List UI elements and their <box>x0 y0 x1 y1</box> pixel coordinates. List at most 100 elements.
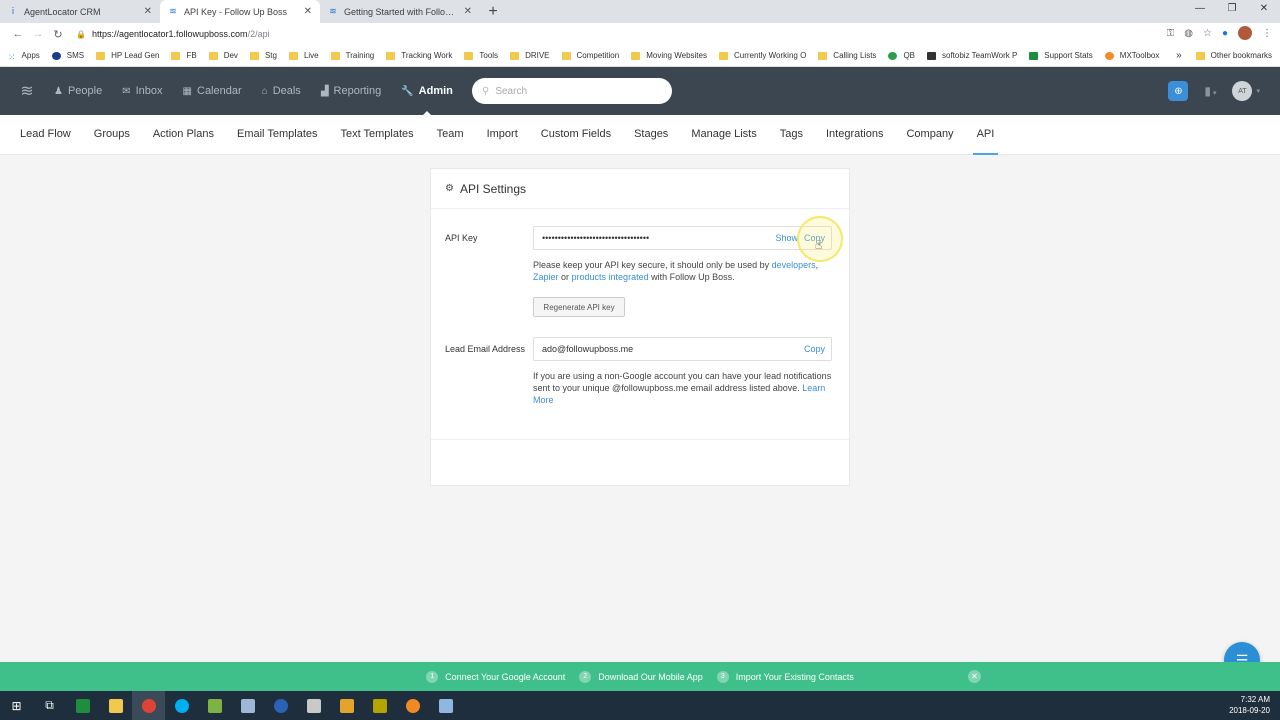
show-key-link[interactable]: Show <box>775 233 798 243</box>
api-key-label: API Key <box>445 233 478 243</box>
onboarding-step[interactable]: 1 Connect Your Google Account <box>426 670 565 683</box>
bookmark-item[interactable]: Tools <box>464 51 498 60</box>
bookmark-item[interactable]: Support Stats <box>1029 51 1093 60</box>
user-avatar[interactable]: AT <box>1232 81 1253 101</box>
bookmark-item[interactable]: Stg <box>249 51 277 60</box>
url-field[interactable]: 🔒 https://agentlocator1.followupboss.com… <box>76 29 270 39</box>
zapier-link[interactable]: Zapier <box>533 272 559 282</box>
notepad-icon[interactable] <box>198 691 231 720</box>
subnav-text-templates[interactable]: Text Templates <box>341 115 414 155</box>
photo-app-icon[interactable] <box>297 691 330 720</box>
user-menu-caret-icon[interactable]: ▾ <box>1256 87 1260 95</box>
bookmark-item[interactable]: QB <box>888 51 915 60</box>
api-key-value: •••••••••••••••••••••••••••••••••• <box>542 233 650 243</box>
subnav-integrations[interactable]: Integrations <box>826 115 883 155</box>
nav-calendar[interactable]: ▦ Calendar <box>183 67 242 115</box>
regenerate-api-key-button[interactable]: Regenerate API key <box>533 297 625 317</box>
forward-icon[interactable]: → <box>28 28 48 40</box>
sheets-app-icon[interactable] <box>66 691 99 720</box>
subnav-team[interactable]: Team <box>437 115 464 155</box>
subnav-manage-lists[interactable]: Manage Lists <box>691 115 756 155</box>
close-tab-icon[interactable]: ✕ <box>464 6 472 17</box>
followupboss-logo-icon[interactable]: ≋ <box>0 81 54 101</box>
bookmark-label: Apps <box>21 51 40 60</box>
lead-email-field[interactable]: ado@followupboss.me Copy <box>533 337 832 361</box>
subnav-import[interactable]: Import <box>487 115 518 155</box>
profile-avatar[interactable] <box>1238 26 1252 40</box>
back-icon[interactable]: ← <box>8 28 28 40</box>
api-key-field[interactable]: •••••••••••••••••••••••••••••••••• Show … <box>533 226 832 250</box>
nav-admin[interactable]: 🔧 Admin <box>401 67 453 116</box>
copy-email-link[interactable]: Copy <box>804 344 825 354</box>
browser-tab[interactable]: ≋ Getting Started with Follow Up B ✕ <box>320 0 480 23</box>
nav-inbox[interactable]: ✉ Inbox <box>122 67 162 115</box>
browser-tab-active[interactable]: ≋ API Key - Follow Up Boss ✕ <box>160 0 320 23</box>
star-icon[interactable]: ☆ <box>1203 28 1212 39</box>
bookmark-item[interactable]: DRIVE <box>510 51 550 60</box>
subnav-email-templates[interactable]: Email Templates <box>237 115 318 155</box>
bookmark-item[interactable]: Live <box>288 51 319 60</box>
search-input[interactable] <box>495 85 656 97</box>
subnav-company[interactable]: Company <box>906 115 953 155</box>
chrome-icon[interactable] <box>132 691 165 720</box>
nav-people[interactable]: ♟ People <box>54 67 102 115</box>
close-window-icon[interactable]: ✕ <box>1248 0 1280 20</box>
bookmark-item[interactable]: Competition <box>561 51 619 60</box>
new-tab-icon[interactable]: + <box>480 0 506 23</box>
nav-reporting[interactable]: ▟ Reporting <box>321 67 381 115</box>
bookmark-item[interactable]: Training <box>330 51 374 60</box>
bookmark-item[interactable]: HP Lead Gen <box>96 51 159 60</box>
lock-icon: 🔒 <box>76 29 86 39</box>
bookmark-item[interactable]: Calling Lists <box>818 51 876 60</box>
subnav-action-plans[interactable]: Action Plans <box>153 115 214 155</box>
task-view-icon[interactable]: ⧉ <box>33 691 66 720</box>
bookmark-item[interactable]: Currently Working O <box>718 51 806 60</box>
windows-start-icon[interactable]: ⊞ <box>0 691 33 720</box>
notes-app-icon[interactable] <box>429 691 462 720</box>
close-tab-icon[interactable]: ✕ <box>304 6 312 17</box>
close-banner-icon[interactable]: ✕ <box>968 670 981 683</box>
nav-deals[interactable]: ⌂ Deals <box>262 67 301 115</box>
subnav-stages[interactable]: Stages <box>634 115 668 155</box>
system-clock[interactable]: 7:32 AM 2018-09-20 <box>1229 694 1270 716</box>
restore-icon[interactable]: ❐ <box>1216 0 1248 20</box>
subnav-groups[interactable]: Groups <box>94 115 130 155</box>
menu-kebab-icon[interactable]: ⋮ <box>1262 28 1272 39</box>
more-bookmarks-icon[interactable]: » <box>1176 50 1182 61</box>
products-integrated-link[interactable]: products integrated <box>572 272 649 282</box>
key-icon[interactable]: ⚿ <box>1167 28 1175 39</box>
bookmark-item[interactable]: softobiz TeamWork P <box>927 51 1017 60</box>
developers-link[interactable]: developers <box>772 260 816 270</box>
other-bookmarks[interactable]: » Other bookmarks <box>1176 50 1272 61</box>
minimize-icon[interactable]: — <box>1184 0 1216 20</box>
fireworks-icon[interactable] <box>363 691 396 720</box>
quickbooks-icon <box>888 51 898 60</box>
search-box[interactable]: ⚲ <box>472 78 672 104</box>
subnav-custom-fields[interactable]: Custom Fields <box>541 115 611 155</box>
close-tab-icon[interactable]: ✕ <box>144 6 152 17</box>
bookmark-item[interactable]: FB <box>171 51 197 60</box>
phone-icon[interactable]: ▮ ▾ <box>1204 84 1216 98</box>
bookmark-item[interactable]: MXToolbox <box>1104 51 1159 60</box>
extension-blue-icon[interactable]: ● <box>1222 28 1228 39</box>
phone-app-icon[interactable] <box>396 691 429 720</box>
subnav-lead-flow[interactable]: Lead Flow <box>20 115 71 155</box>
file-explorer-icon[interactable] <box>99 691 132 720</box>
skype-icon[interactable] <box>165 691 198 720</box>
bookmark-item[interactable]: Tracking Work <box>386 51 452 60</box>
bookmark-item[interactable]: Moving Websites <box>631 51 707 60</box>
bookmark-item[interactable]: SMS <box>51 51 84 60</box>
bookmark-item[interactable]: ⁙ Apps <box>8 51 40 62</box>
network-app-icon[interactable] <box>231 691 264 720</box>
browser-tab[interactable]: ⅰ AgentLocator CRM ✕ <box>0 0 160 23</box>
extension-icon[interactable]: ◍ <box>1184 28 1193 39</box>
reload-icon[interactable]: ↻ <box>48 28 68 41</box>
tools-app-icon[interactable] <box>330 691 363 720</box>
add-person-button[interactable]: ⊕ <box>1168 81 1189 101</box>
subnav-api[interactable]: API <box>972 115 998 155</box>
bookmark-item[interactable]: Dev <box>208 51 238 60</box>
onboarding-step[interactable]: 3 Import Your Existing Contacts <box>716 670 854 683</box>
subnav-tags[interactable]: Tags <box>780 115 803 155</box>
media-app-icon[interactable] <box>264 691 297 720</box>
onboarding-step[interactable]: 2 Download Our Mobile App <box>579 670 703 683</box>
